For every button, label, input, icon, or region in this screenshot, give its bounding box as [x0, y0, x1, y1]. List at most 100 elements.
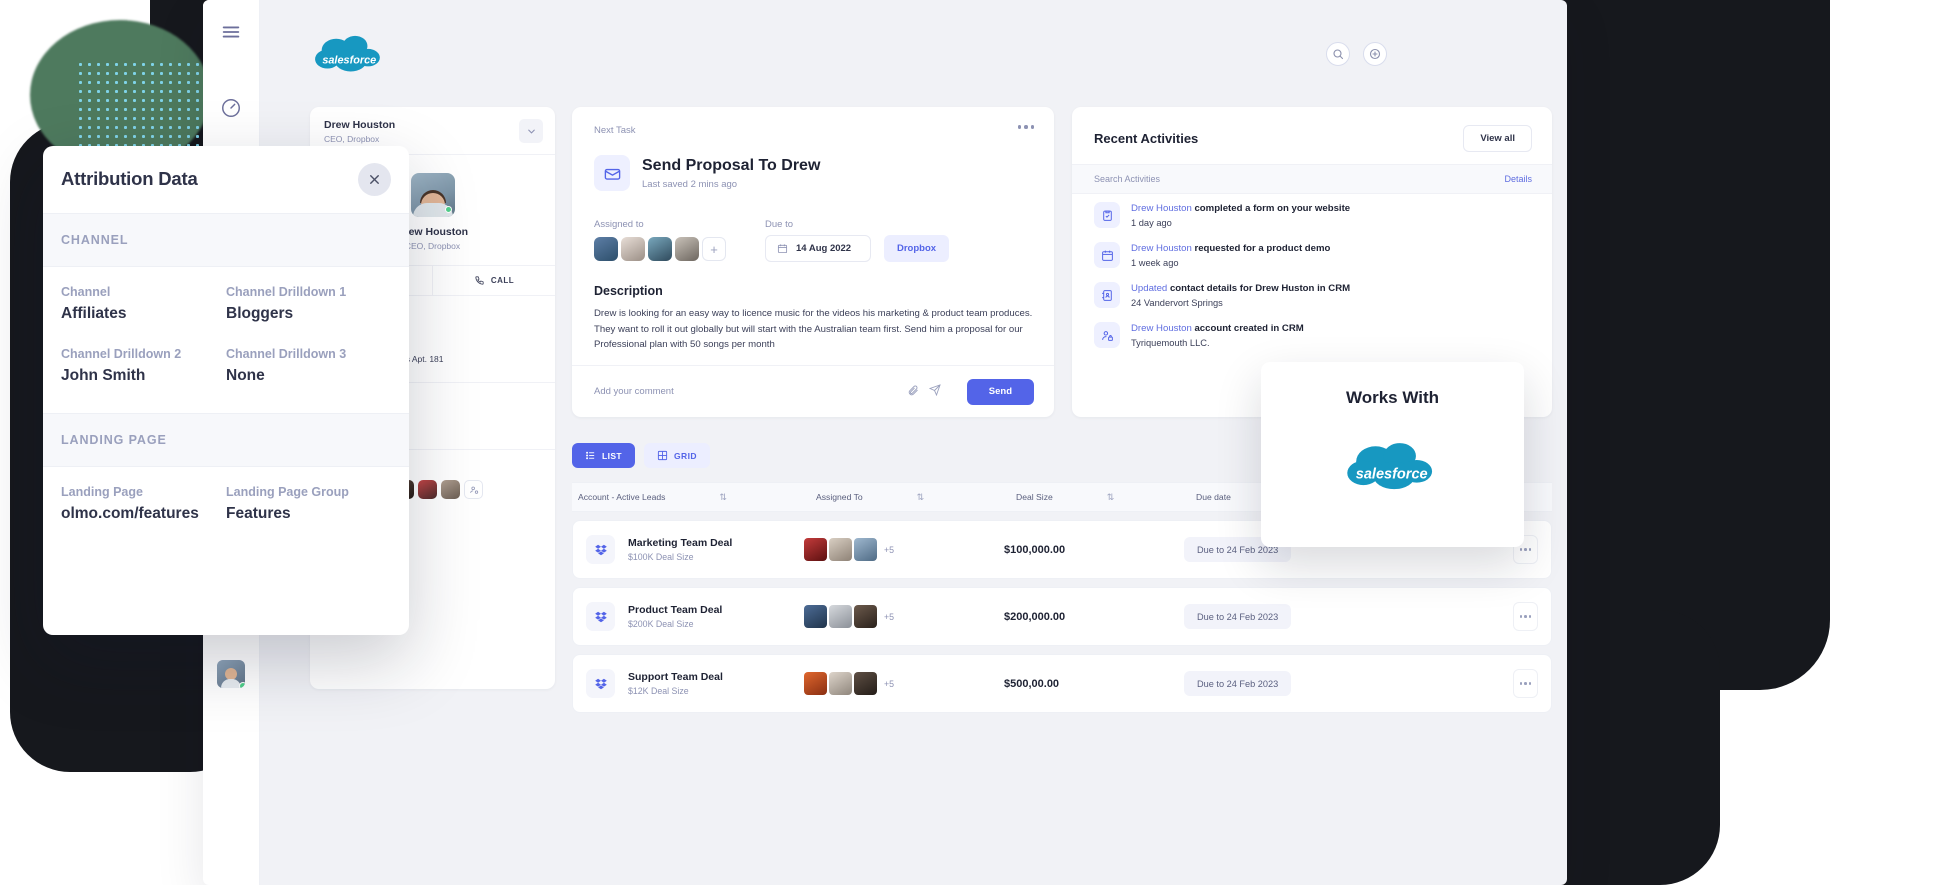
column-assigned[interactable]: Assigned To ⇅ [816, 492, 1016, 503]
avatar[interactable] [829, 538, 852, 561]
avatar[interactable] [829, 605, 852, 628]
attachment-icon[interactable] [907, 383, 919, 401]
comment-input[interactable]: Add your comment [594, 386, 674, 397]
screenshot-root: salesforce Drew Houston CEO, Dropbox Dre… [0, 0, 1955, 885]
attribution-section-heading: LANDING PAGE [43, 413, 409, 467]
deal-size: $100,000.00 [1004, 543, 1066, 556]
activity-sub: 1 day ago [1131, 218, 1172, 228]
avatar[interactable] [594, 237, 618, 261]
add-contact-icon[interactable] [464, 480, 483, 499]
deal-due-badge: Due to 24 Feb 2023 [1184, 604, 1292, 629]
deal-size: $200,000.00 [1004, 610, 1066, 623]
avatar[interactable] [854, 672, 877, 695]
description-heading: Description [594, 284, 663, 298]
row-more-icon[interactable] [1513, 602, 1538, 631]
list-item[interactable]: Drew Houston requested for a product dem… [1094, 242, 1530, 268]
call-button[interactable]: CALL [432, 266, 555, 295]
send-button[interactable]: Send [966, 378, 1034, 405]
avatar[interactable] [418, 480, 437, 499]
table-row[interactable]: Product Team Deal $200K Deal Size +5 $20… [572, 587, 1552, 646]
svg-text:salesforce: salesforce [1356, 467, 1428, 483]
svg-text:salesforce: salesforce [322, 54, 376, 66]
search-icon[interactable] [1326, 42, 1350, 66]
column-account[interactable]: Account - Active Leads ⇅ [576, 492, 816, 503]
next-task-card: Next Task Send Proposal To Drew Last sav… [572, 107, 1054, 417]
activity-rest: completed a form on your website [1191, 203, 1351, 214]
activity-link[interactable]: Drew Houston [1131, 203, 1192, 214]
field-value: Features [226, 505, 291, 522]
recent-activities-title: Recent Activities [1094, 131, 1199, 146]
column-assigned-label: Assigned To [816, 492, 863, 502]
salesforce-logo: salesforce [310, 28, 390, 80]
dropbox-icon [586, 602, 615, 631]
avatar[interactable] [854, 538, 877, 561]
comment-bar: Add your comment Send [572, 365, 1054, 417]
avatar[interactable] [441, 480, 460, 499]
close-icon[interactable] [358, 163, 391, 196]
attribution-section-heading: CHANNEL [43, 213, 409, 267]
deal-due-badge: Due to 24 Feb 2023 [1184, 671, 1292, 696]
dashboard-icon[interactable] [216, 93, 246, 123]
activities-list: Drew Houston completed a form on your we… [1072, 202, 1552, 362]
activity-link[interactable]: Drew Houston [1131, 243, 1192, 254]
task-more-icon[interactable] [1017, 125, 1034, 129]
details-link[interactable]: Details [1504, 174, 1532, 184]
avatar[interactable] [675, 237, 699, 261]
clipboard-check-icon [1094, 202, 1120, 228]
list-item[interactable]: Drew Houston completed a form on your we… [1094, 202, 1530, 228]
call-button-label: CALL [490, 276, 515, 285]
avatar[interactable] [829, 672, 852, 695]
field-key: Landing Page [61, 485, 143, 499]
field-key: Channel Drilldown 1 [226, 285, 347, 299]
task-title: Send Proposal To Drew [642, 157, 821, 174]
list-item[interactable]: Updated contact details for Drew Huston … [1094, 282, 1530, 308]
activity-text: Drew Houston account created in CRM [1131, 322, 1304, 335]
attribution-header: Attribution Data [43, 146, 409, 213]
view-all-button[interactable]: View all [1463, 125, 1532, 152]
add-icon[interactable] [1363, 42, 1387, 66]
row-more-icon[interactable] [1513, 669, 1538, 698]
menu-icon[interactable] [216, 17, 246, 47]
activity-text: Drew Houston requested for a product dem… [1131, 242, 1330, 255]
field-value: olmo.com/features [61, 505, 199, 522]
contact-header-role: CEO, Dropbox [324, 134, 380, 144]
avatar[interactable] [621, 237, 645, 261]
due-date-field[interactable]: 14 Aug 2022 [765, 235, 871, 262]
avatar[interactable] [804, 672, 827, 695]
calendar-icon [777, 244, 788, 254]
avatar[interactable] [854, 605, 877, 628]
add-assignee-button[interactable]: + [702, 237, 726, 261]
view-grid-button[interactable]: GRID [644, 443, 710, 468]
avatar[interactable] [804, 538, 827, 561]
view-list-button[interactable]: LIST [572, 443, 636, 468]
chevron-down-icon[interactable] [519, 119, 543, 143]
activity-rest: requested for a product demo [1191, 243, 1331, 254]
avatar[interactable] [804, 605, 827, 628]
avatar[interactable] [648, 237, 672, 261]
deal-subtitle: $12K Deal Size [628, 686, 689, 696]
avatar[interactable] [217, 660, 245, 688]
deal-name: Product Team Deal [628, 604, 723, 616]
sort-icon[interactable]: ⇅ [917, 492, 924, 503]
field-value: Bloggers [226, 305, 294, 322]
send-plane-icon[interactable] [928, 383, 941, 401]
attribution-field: Channel Drilldown 3 None [226, 347, 391, 387]
next-task-eyebrow: Next Task [594, 125, 636, 136]
sort-icon[interactable]: ⇅ [1107, 492, 1114, 503]
list-item[interactable]: Drew Houston account created in CRM Tyri… [1094, 322, 1530, 348]
account-tag[interactable]: Dropbox [884, 235, 950, 262]
deal-assignees: +5 [804, 605, 1004, 628]
column-deal-size[interactable]: Deal Size ⇅ [1016, 492, 1196, 503]
activity-link[interactable]: Updated [1131, 283, 1167, 294]
activity-link[interactable]: Drew Houston [1131, 323, 1192, 334]
sort-icon[interactable]: ⇅ [719, 492, 726, 503]
grid-icon [657, 450, 668, 461]
table-row[interactable]: Support Team Deal $12K Deal Size +5 $500… [572, 654, 1552, 713]
field-key: Channel Drilldown 3 [226, 347, 347, 361]
attribution-field: Landing Page Group Features [226, 485, 391, 525]
search-activities-input[interactable]: Search Activities [1094, 174, 1160, 184]
column-due-date-label: Due date [1196, 492, 1231, 502]
deal-subtitle: $200K Deal Size [628, 619, 694, 629]
phone-icon [475, 276, 484, 285]
deal-assignees-extra: +5 [884, 544, 895, 555]
